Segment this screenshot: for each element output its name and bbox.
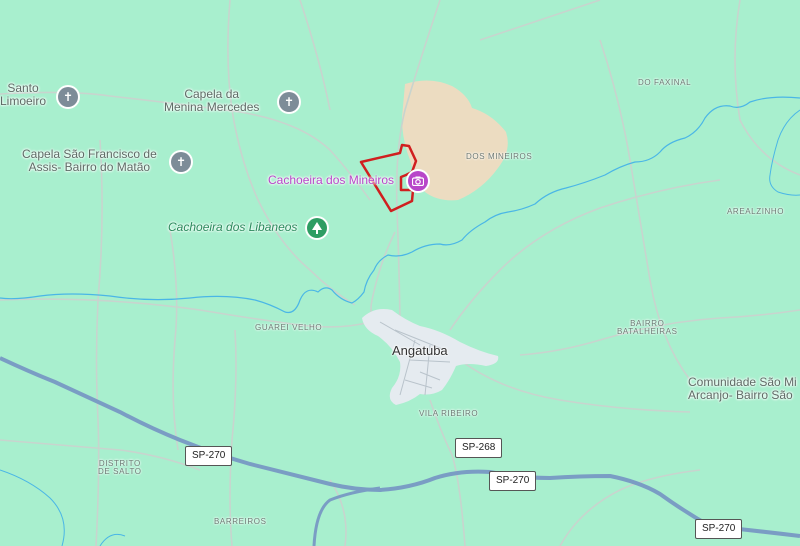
poi-label-cachoeira-dos-mineiros[interactable]: Cachoeira dos Mineiros <box>268 174 394 187</box>
place-label-line: Arcanjo- Bairro São <box>688 387 793 402</box>
place-label-line: Limoeiro <box>0 93 47 108</box>
route-shield-sp270: SP-270 <box>695 519 743 539</box>
area-label-bairro-batalheiras: BAIRRO BATALHEIRAS <box>617 319 678 337</box>
church-icon[interactable]: ✝ <box>58 87 78 107</box>
area-label-guarei-velho: GUAREI VELHO <box>255 323 323 332</box>
place-label-comunidade: Comunidade São Mi Arcanjo- Bairro São <box>688 376 797 401</box>
area-label-arealzinho: AREALZINHO <box>727 207 785 216</box>
tree-glyph <box>312 222 322 234</box>
area-label-line: DE SALTO <box>98 467 142 477</box>
area-label-dos-mineiros: DOS MINEIROS <box>466 152 533 161</box>
place-label-line: Capela São Francisco de <box>22 147 157 161</box>
route-shield-sp270: SP-270 <box>489 471 537 491</box>
church-icon[interactable]: ✝ <box>171 152 191 172</box>
area-label-vila-ribeiro: VILA RIBEIRO <box>419 409 479 418</box>
church-icon[interactable]: ✝ <box>279 92 299 112</box>
area-label-line: BATALHEIRAS <box>617 327 678 337</box>
map-canvas[interactable]: Santo Limoeiro ✝ Capela da Menina Merced… <box>0 0 800 546</box>
place-label-line: Capela da <box>184 87 240 101</box>
camera-glyph <box>412 176 424 186</box>
place-label-santo-limoeiro: Santo Limoeiro <box>0 82 46 107</box>
place-label-line: Comunidade São Mi <box>688 375 797 389</box>
route-shield-sp268: SP-268 <box>455 438 503 458</box>
camera-icon[interactable] <box>408 171 428 191</box>
area-label-barreiros: BARREIROS <box>214 517 267 526</box>
place-label-capela-menina-mercedes: Capela da Menina Mercedes <box>164 88 259 113</box>
area-label-distrito-de-salto: DISTRITO DE SALTO <box>98 459 142 477</box>
route-shield-sp270: SP-270 <box>185 446 233 466</box>
town-label-angatuba[interactable]: Angatuba <box>392 344 448 358</box>
place-label-line: Assis- Bairro do Matão <box>28 159 151 174</box>
poi-label-cachoeira-dos-libaneos[interactable]: Cachoeira dos Libaneos <box>168 221 297 234</box>
area-label-do-faxinal: DO FAXINAL <box>638 78 692 87</box>
tree-icon[interactable] <box>307 218 327 238</box>
place-label-line: Santo <box>7 81 39 95</box>
place-label-line: Menina Mercedes <box>164 99 260 114</box>
place-label-capela-sao-francisco: Capela São Francisco de Assis- Bairro do… <box>22 148 157 173</box>
